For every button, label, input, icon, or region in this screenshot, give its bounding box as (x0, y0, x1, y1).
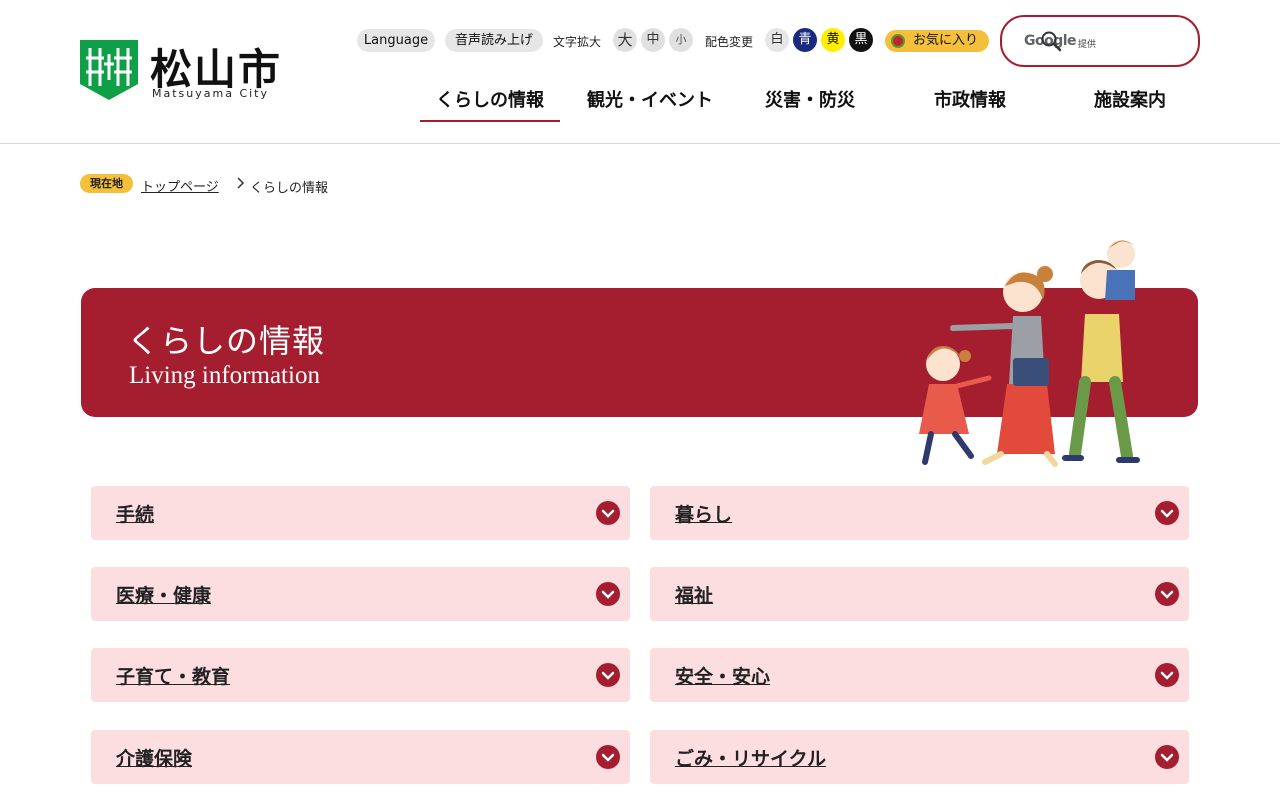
category-link[interactable]: 医療・健康 (116, 581, 211, 608)
category-link[interactable]: 福祉 (675, 581, 713, 608)
chevron-down-icon[interactable] (1155, 582, 1179, 606)
category-card[interactable]: 福祉 (650, 567, 1189, 621)
family-illustration (919, 240, 1140, 467)
logo-subtitle: Matsuyama City (152, 87, 270, 100)
chevron-down-icon[interactable] (596, 582, 620, 606)
category-card[interactable]: 介護保険 (91, 730, 630, 784)
color-black-button[interactable]: 黒 (849, 28, 873, 52)
site-search: Google 提供 (1000, 15, 1200, 67)
favorites-label: お気に入り (913, 33, 979, 48)
site-header: 松山市 Matsuyama City Language 音声読み上げ 文字拡大 … (0, 0, 1280, 144)
color-blue-button[interactable]: 青 (793, 28, 817, 52)
category-card[interactable]: 医療・健康 (91, 567, 630, 621)
text-size-medium-button[interactable]: 中 (641, 28, 665, 52)
favorites-button[interactable]: お気に入り (885, 30, 989, 52)
text-size-large-button[interactable]: 大 (613, 28, 637, 52)
search-input[interactable] (1020, 29, 1190, 51)
site-logo[interactable]: 松山市 Matsuyama City (80, 40, 290, 102)
text-size-label: 文字拡大 (553, 35, 602, 49)
global-nav: くらしの情報 観光・イベント 災害・防災 市政情報 施設案内 (420, 80, 1220, 124)
category-link[interactable]: 暮らし (675, 500, 732, 527)
chevron-down-icon[interactable] (596, 745, 620, 769)
chevron-down-icon[interactable] (1155, 745, 1179, 769)
category-card[interactable]: 暮らし (650, 486, 1189, 540)
category-card[interactable]: ごみ・リサイクル (650, 730, 1189, 784)
breadcrumb-current: くらしの情報 (250, 181, 329, 196)
color-scheme-label: 配色変更 (705, 35, 754, 49)
category-card[interactable]: 子育て・教育 (91, 648, 630, 702)
utility-bar: Language 音声読み上げ 文字拡大 大 中 小 配色変更 白 青 黄 黒 … (357, 28, 997, 54)
chevron-down-icon[interactable] (596, 663, 620, 687)
chevron-right-icon (237, 177, 245, 189)
nav-item-facilities[interactable]: 施設案内 (1060, 80, 1200, 120)
nav-item-living[interactable]: くらしの情報 (420, 80, 560, 122)
chevron-down-icon[interactable] (596, 501, 620, 525)
category-link[interactable]: 介護保険 (116, 744, 192, 771)
nav-item-tourism[interactable]: 観光・イベント (576, 80, 724, 120)
color-white-button[interactable]: 白 (765, 28, 789, 52)
text-size-small-button[interactable]: 小 (669, 28, 693, 52)
nav-item-city-gov[interactable]: 市政情報 (900, 80, 1040, 120)
breadcrumb-home-link[interactable]: トップページ (141, 176, 219, 195)
chevron-down-icon[interactable] (1155, 501, 1179, 525)
language-button[interactable]: Language (357, 29, 435, 52)
color-yellow-button[interactable]: 黄 (821, 28, 845, 52)
matsuyama-emblem-icon (80, 40, 138, 100)
category-card[interactable]: 安全・安心 (650, 648, 1189, 702)
category-link[interactable]: ごみ・リサイクル (675, 744, 826, 771)
category-card[interactable]: 手続 (91, 486, 630, 540)
nav-item-disaster[interactable]: 災害・防災 (740, 80, 880, 120)
chevron-down-icon[interactable] (1155, 663, 1179, 687)
category-link[interactable]: 手続 (116, 500, 154, 527)
page-title: くらしの情報 (127, 322, 326, 360)
breadcrumb: 現在地 トップページ くらしの情報 (80, 174, 680, 196)
favorites-icon (891, 34, 905, 48)
breadcrumb-badge: 現在地 (80, 174, 133, 193)
category-link[interactable]: 子育て・教育 (116, 662, 230, 689)
page-subtitle: Living information (129, 362, 320, 389)
category-link[interactable]: 安全・安心 (675, 662, 770, 689)
read-aloud-button[interactable]: 音声読み上げ (445, 29, 543, 52)
